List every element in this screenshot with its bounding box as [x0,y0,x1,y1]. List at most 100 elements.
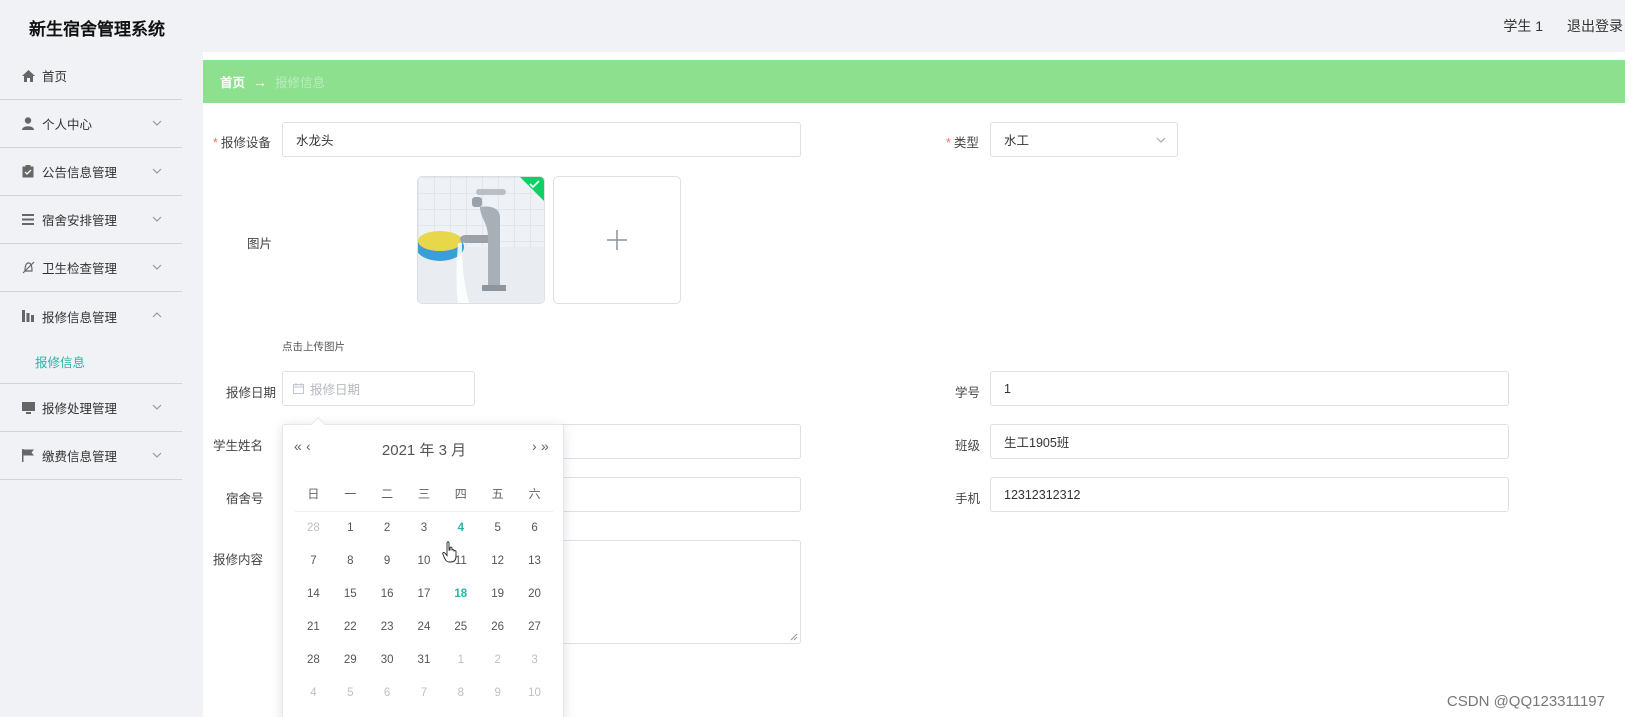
calendar-day[interactable]: 2 [369,511,406,544]
calendar-day[interactable]: 5 [332,676,369,709]
calendar-day-hovered[interactable]: 4 [442,511,479,544]
sidebar-subitem-repair-info[interactable]: 报修信息 [0,340,182,384]
calendar-day[interactable]: 7 [406,676,443,709]
calendar-day[interactable]: 3 [406,511,443,544]
picker-month-label[interactable]: 2021 年 3 月 [283,439,565,459]
calendar-day[interactable]: 19 [479,577,516,610]
calendar-day[interactable]: 30 [369,643,406,676]
calendar-day[interactable]: 1 [442,643,479,676]
calendar-day[interactable]: 22 [332,610,369,643]
next-month-button[interactable]: › [532,438,537,454]
calendar-day[interactable]: 28 [295,511,332,544]
device-input[interactable]: 水龙头 [282,122,801,157]
calendar-day[interactable]: 16 [369,577,406,610]
weekday-header: 二 [368,477,406,512]
calendar-day[interactable]: 9 [369,544,406,577]
weekday-header: 六 [516,477,553,512]
calendar-day-today[interactable]: 18 [442,577,479,610]
calendar-day[interactable]: 20 [516,577,553,610]
sidebar-item-label: 公告信息管理 [42,166,118,180]
chevron-down-icon [152,264,162,270]
calendar-day[interactable]: 4 [295,676,332,709]
current-user[interactable]: 学生 1 [1503,18,1543,34]
top-bar: 新生宿舍管理系统 学生 1 退出登录 [0,0,1625,52]
type-select[interactable]: 水工 [990,122,1178,157]
breadcrumb-arrow: → [253,73,268,90]
type-label: * 类型 [946,136,979,150]
calendar-day[interactable]: 28 [295,643,332,676]
add-image-button[interactable] [553,176,681,304]
hand-cursor-icon [442,541,457,563]
calendar-day[interactable]: 3 [516,643,553,676]
plus-icon [607,230,627,250]
calendar-day[interactable]: 2 [479,643,516,676]
calendar-day[interactable]: 24 [406,610,443,643]
calendar-day[interactable]: 8 [332,544,369,577]
calendar-icon [293,383,304,394]
sidebar-item-payment[interactable]: 缴费信息管理 [0,432,182,480]
calendar-day[interactable]: 27 [516,610,553,643]
home-icon [21,69,35,83]
calendar-day[interactable]: 10 [516,676,553,709]
sidebar-item-label: 报修处理管理 [42,402,118,416]
student-no-input[interactable]: 1 [990,371,1509,406]
calendar-day[interactable]: 1 [332,511,369,544]
calendar-day[interactable]: 7 [295,544,332,577]
weekday-header: 日 [295,477,332,512]
sidebar: 首页 个人中心 公告信息管理 宿舍安排管理 卫生检查管理 报修信息管理 报修信息… [0,52,182,717]
breadcrumb-home[interactable]: 首页 [220,72,245,91]
sidebar-item-home[interactable]: 首页 [0,52,182,100]
weekday-header: 三 [405,477,443,512]
weekday-header: 四 [442,477,480,512]
sidebar-item-dorm[interactable]: 宿舍安排管理 [0,196,182,244]
calendar-day[interactable]: 29 [332,643,369,676]
calendar-day[interactable]: 21 [295,610,332,643]
calendar-day[interactable]: 10 [406,544,443,577]
app-title: 新生宿舍管理系统 [29,20,165,39]
sidebar-item-notice[interactable]: 公告信息管理 [0,148,182,196]
logout-link[interactable]: 退出登录 [1567,18,1623,34]
sidebar-item-hygiene[interactable]: 卫生检查管理 [0,244,182,292]
sidebar-item-repair-process[interactable]: 报修处理管理 [0,384,182,432]
sidebar-item-repair-info[interactable]: 报修信息管理 [0,292,182,340]
chevron-down-icon [1156,137,1166,143]
calendar-day[interactable]: 13 [516,544,553,577]
calendar-day[interactable]: 6 [369,676,406,709]
calendar-day[interactable]: 14 [295,577,332,610]
chart-icon [21,309,35,323]
class-label: 班级 [955,439,981,453]
calendar-day[interactable]: 8 [442,676,479,709]
calendar-day[interactable]: 5 [479,511,516,544]
date-input[interactable]: 报修日期 [282,371,475,406]
class-input[interactable]: 生工1905班 [990,424,1509,459]
uploaded-image-thumbnail[interactable] [417,176,545,304]
flag-icon [21,449,35,463]
upload-success-check-icon [520,177,544,201]
calendar-day[interactable]: 26 [479,610,516,643]
chevron-down-icon [152,216,162,222]
sidebar-item-label: 个人中心 [42,118,93,132]
resize-handle-icon[interactable] [790,633,798,641]
sidebar-item-personal[interactable]: 个人中心 [0,100,182,148]
calendar-day[interactable]: 12 [479,544,516,577]
next-year-button[interactable]: » [541,438,549,454]
image-label: 图片 [247,237,273,251]
calendar-day[interactable]: 17 [406,577,443,610]
calendar-day[interactable]: 23 [369,610,406,643]
sidebar-item-label: 首页 [42,70,68,84]
phone-input[interactable]: 12312312312 [990,477,1509,512]
chevron-up-icon [152,312,162,318]
device-label: * 报修设备 [213,136,271,150]
breadcrumb-current: 报修信息 [275,76,326,90]
calendar-day[interactable]: 15 [332,577,369,610]
calendar-day[interactable]: 6 [516,511,553,544]
chevron-down-icon [152,404,162,410]
content-label: 报修内容 [213,553,264,567]
calendar-day[interactable]: 25 [442,610,479,643]
calendar-day[interactable]: 31 [406,643,443,676]
calendar-day[interactable]: 9 [479,676,516,709]
date-placeholder: 报修日期 [310,383,361,397]
picker-caret [310,416,326,432]
date-picker-popup: « ‹ 2021 年 3 月 › » 日 一 二 三 四 五 六 28 1 2 … [282,416,565,717]
bell-off-icon [21,261,35,275]
